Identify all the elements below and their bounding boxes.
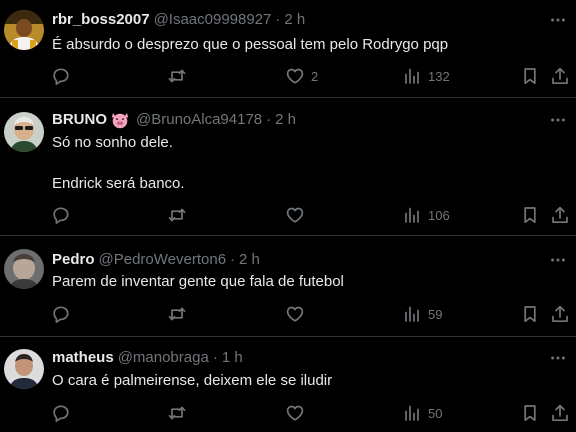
separator: · (230, 251, 236, 268)
view-count: 106 (428, 207, 450, 223)
avatar[interactable] (4, 249, 44, 289)
views-button[interactable]: 132 (402, 66, 450, 86)
bookmark-icon (520, 403, 540, 423)
like-icon (285, 403, 305, 423)
retweet-icon (167, 66, 187, 86)
share-icon (550, 304, 570, 324)
views-icon (402, 304, 422, 324)
avatar[interactable] (4, 349, 44, 389)
avatar[interactable] (4, 112, 44, 152)
bookmark-icon (520, 205, 540, 225)
pig-face-icon (110, 111, 130, 129)
more-icon[interactable] (548, 10, 568, 30)
views-button[interactable]: 59 (402, 304, 442, 324)
reply-icon (51, 304, 71, 324)
author-handle[interactable]: @manobraga (118, 348, 209, 368)
share-button[interactable] (550, 403, 570, 423)
share-button[interactable] (550, 66, 570, 86)
bookmark-icon (520, 304, 540, 324)
bookmark-button[interactable] (520, 66, 540, 86)
more-icon[interactable] (548, 110, 568, 130)
views-icon (402, 66, 422, 86)
share-icon (550, 205, 570, 225)
bookmark-button[interactable] (520, 403, 540, 423)
tweet[interactable]: BRUNO @BrunoAlca94178 · 2 h Só no sonho … (0, 98, 576, 236)
author-name[interactable]: rbr_boss2007 (52, 10, 150, 30)
reply-icon (51, 66, 71, 86)
share-icon (550, 403, 570, 423)
retweet-button[interactable] (167, 66, 187, 86)
views-icon (402, 205, 422, 225)
like-icon (285, 205, 305, 225)
tweet-text: É absurdo o desprezo que o pessoal tem p… (52, 36, 449, 53)
retweet-icon (167, 403, 187, 423)
views-icon (402, 403, 422, 423)
like-icon (285, 304, 305, 324)
retweet-icon (167, 304, 187, 324)
separator: · (212, 349, 218, 366)
like-button[interactable]: 2 (285, 66, 318, 86)
author-name[interactable]: matheus (52, 348, 114, 368)
timestamp[interactable]: 2 h (284, 10, 305, 30)
share-button[interactable] (550, 304, 570, 324)
more-icon[interactable] (548, 250, 568, 270)
author-name[interactable]: Pedro (52, 250, 95, 270)
reply-button[interactable] (51, 205, 71, 225)
timestamp[interactable]: 2 h (239, 250, 260, 270)
avatar-image (4, 112, 44, 152)
author-handle[interactable]: @BrunoAlca94178 (136, 110, 262, 130)
bookmark-button[interactable] (520, 205, 540, 225)
retweet-button[interactable] (167, 304, 187, 324)
reply-button[interactable] (51, 403, 71, 423)
tweet-text: O cara é palmeirense, deixem ele se ilud… (52, 372, 333, 389)
bookmark-button[interactable] (520, 304, 540, 324)
retweet-button[interactable] (167, 403, 187, 423)
tweet[interactable]: rbr_boss2007 @Isaac09998927 · 2 h É absu… (0, 0, 576, 98)
separator: · (275, 11, 281, 28)
avatar-image (4, 249, 44, 289)
author-name[interactable]: BRUNO (52, 110, 107, 130)
view-count: 50 (428, 405, 443, 421)
reply-button[interactable] (51, 66, 71, 86)
avatar-image (4, 10, 44, 50)
tweet[interactable]: matheus @manobraga · 1 h O cara é palmei… (0, 337, 576, 432)
more-icon[interactable] (548, 348, 568, 368)
reply-icon (51, 403, 71, 423)
timestamp[interactable]: 1 h (222, 348, 243, 368)
author-handle[interactable]: @PedroWeverton6 (99, 250, 227, 270)
avatar[interactable] (4, 10, 44, 50)
avatar-image (4, 349, 44, 389)
author-handle[interactable]: @Isaac09998927 (154, 10, 272, 30)
views-button[interactable]: 50 (402, 403, 442, 423)
share-button[interactable] (550, 205, 570, 225)
bookmark-icon (520, 66, 540, 86)
like-button[interactable] (285, 205, 311, 225)
like-button[interactable] (285, 403, 311, 423)
tweet-text-line: Só no sonho dele. (52, 134, 173, 151)
tweet-text: Parem de inventar gente que fala de fute… (52, 273, 344, 290)
timestamp[interactable]: 2 h (275, 110, 296, 130)
reply-button[interactable] (51, 304, 71, 324)
reply-icon (51, 205, 71, 225)
like-icon (285, 66, 305, 86)
tweet-text-line: Endrick será banco. (52, 175, 185, 192)
views-button[interactable]: 106 (402, 205, 450, 225)
retweet-button[interactable] (167, 205, 187, 225)
like-count: 2 (311, 68, 319, 84)
view-count: 59 (428, 306, 443, 322)
retweet-icon (167, 205, 187, 225)
tweet[interactable]: Pedro @PedroWeverton6 · 2 h Parem de inv… (0, 236, 576, 337)
separator: · (266, 111, 272, 128)
view-count: 132 (428, 68, 450, 84)
share-icon (550, 66, 570, 86)
like-button[interactable] (285, 304, 311, 324)
